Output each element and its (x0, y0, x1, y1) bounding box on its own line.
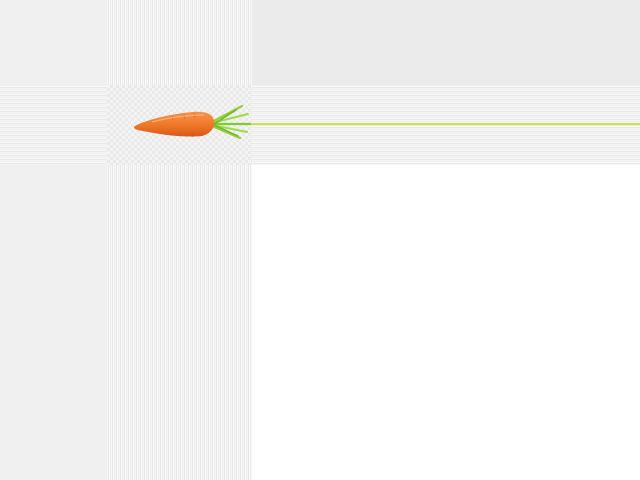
striped-column (107, 0, 252, 480)
loading-progress-fill (245, 123, 640, 125)
app-window (0, 0, 640, 480)
striped-header-band (0, 85, 640, 165)
left-sidebar-strip (0, 0, 107, 480)
carrot-leaves (210, 104, 252, 140)
main-content-area (252, 165, 640, 480)
carrot-icon (134, 104, 252, 140)
loading-progress-track (245, 123, 640, 125)
